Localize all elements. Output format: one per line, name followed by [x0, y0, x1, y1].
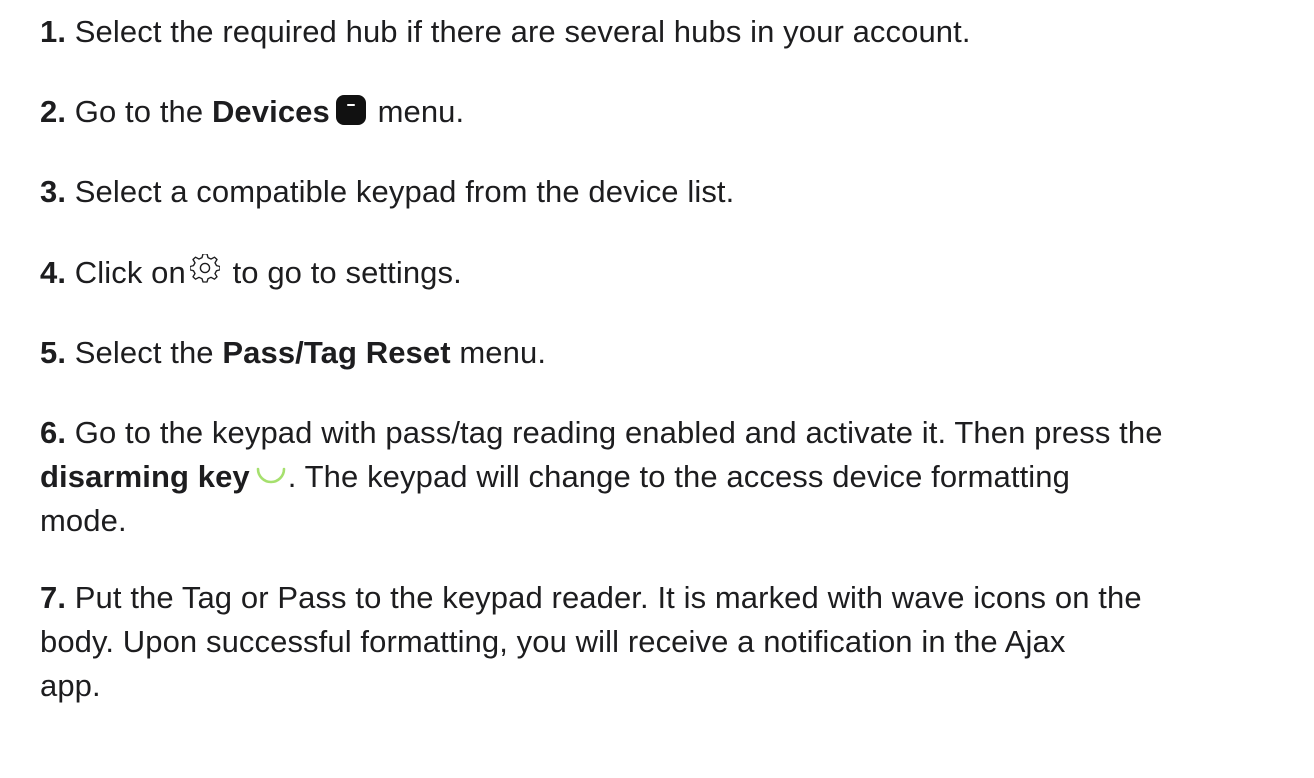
step-number: 4. — [40, 255, 67, 290]
step-text: Go to the keypad with pass/tag reading e… — [74, 415, 1163, 450]
step-number: 6. — [40, 415, 67, 450]
step-text: Go to the — [74, 94, 204, 129]
disarming-key-label: disarming key — [40, 459, 250, 494]
step-number: 7. — [40, 580, 67, 615]
disarm-key-icon — [254, 458, 288, 492]
gear-icon — [189, 252, 221, 283]
step-line: mode. — [40, 499, 1300, 543]
step-number: 1. — [40, 14, 67, 49]
devices-icon — [335, 94, 366, 125]
step-line: body. Upon successful formatting, you wi… — [40, 620, 1300, 664]
step-line: disarming key . The keypad will change t… — [40, 455, 1300, 499]
step-text: Click on — [74, 255, 186, 290]
step-text: body. Upon successful formatting, you wi… — [40, 624, 1066, 659]
step-4: 4. Click on to go to settings. — [40, 251, 1300, 295]
step-number: 2. — [40, 94, 67, 129]
step-1: 1. Select the required hub if there are … — [40, 10, 1300, 54]
step-text: Select the — [74, 335, 214, 370]
step-text: menu. — [377, 94, 465, 129]
step-line: app. — [40, 664, 1300, 708]
step-text: app. — [40, 668, 101, 703]
step-6: 6. Go to the keypad with pass/tag readin… — [40, 411, 1300, 543]
step-7: 7. Put the Tag or Pass to the keypad rea… — [40, 576, 1300, 708]
step-text: menu. — [459, 335, 547, 370]
step-line: 6. Go to the keypad with pass/tag readin… — [40, 411, 1300, 455]
step-3: 3. Select a compatible keypad from the d… — [40, 170, 1300, 214]
step-5: 5. Select the Pass/Tag Reset menu. — [40, 331, 1300, 375]
step-2: 2. Go to the Devices menu. — [40, 90, 1300, 134]
pass-tag-reset-label: Pass/Tag Reset — [222, 335, 451, 370]
step-line: 7. Put the Tag or Pass to the keypad rea… — [40, 576, 1300, 620]
step-text: mode. — [40, 503, 127, 538]
step-text: Select the required hub if there are sev… — [74, 14, 971, 49]
step-text: . The keypad will change to the access d… — [287, 459, 1070, 494]
step-text: to go to settings. — [232, 255, 462, 290]
step-text: Select a compatible keypad from the devi… — [74, 174, 735, 209]
step-number: 5. — [40, 335, 67, 370]
step-text: Put the Tag or Pass to the keypad reader… — [74, 580, 1142, 615]
step-number: 3. — [40, 174, 67, 209]
devices-menu-label: Devices — [211, 94, 330, 129]
